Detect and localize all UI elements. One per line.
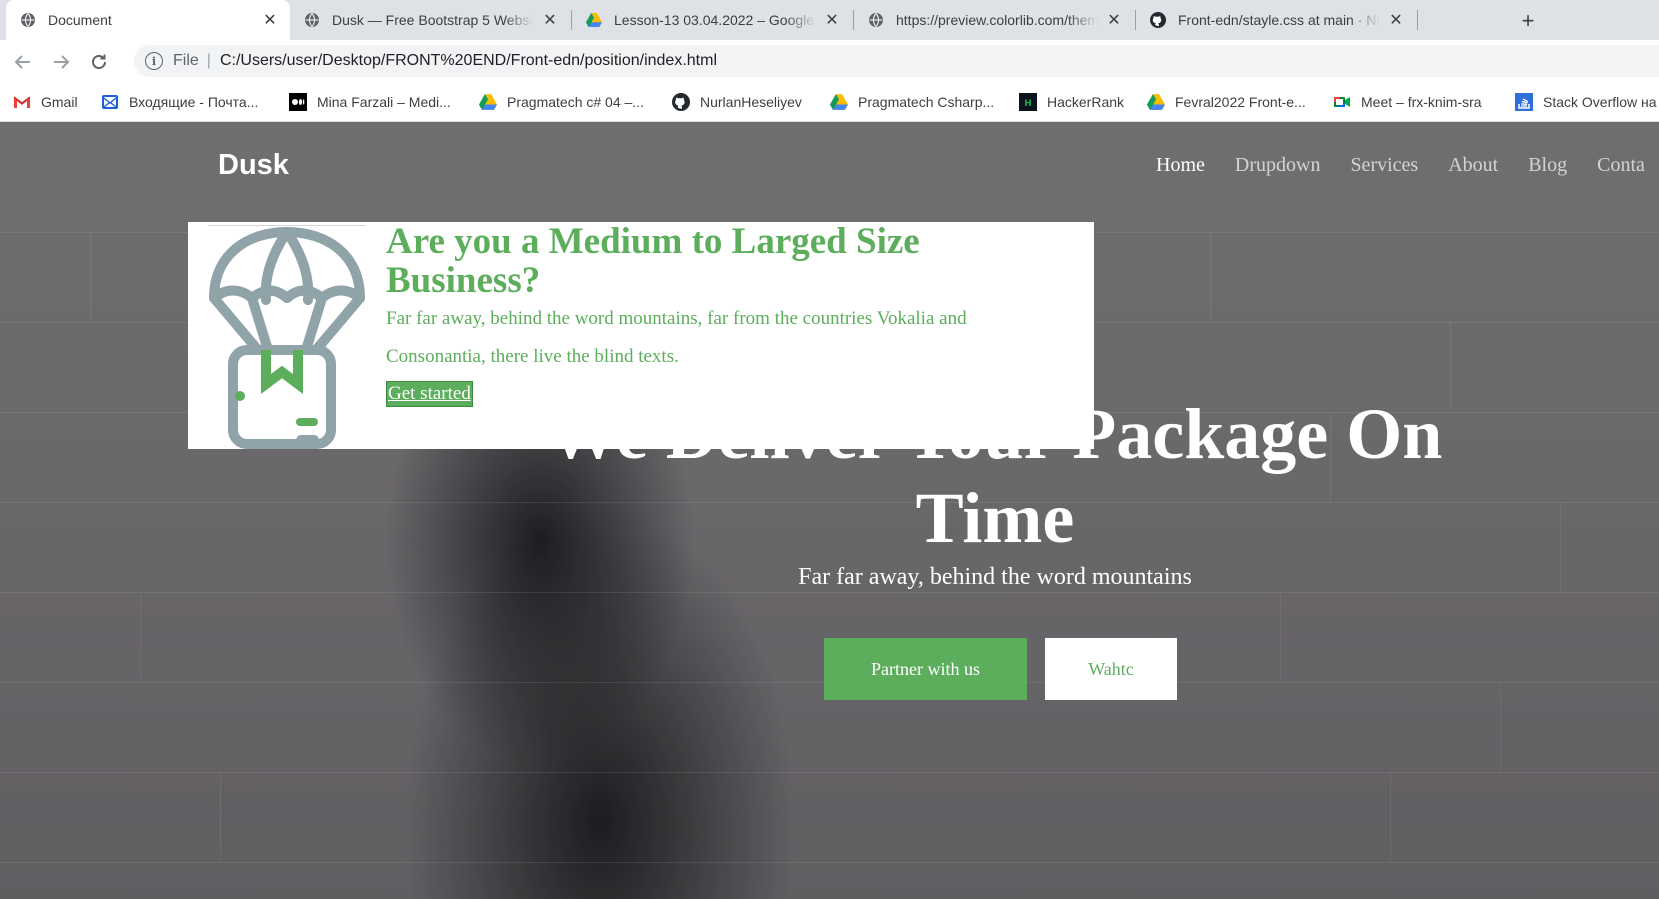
nav-blog[interactable]: Blog (1528, 154, 1567, 177)
bookmark-gmail[interactable]: Gmail (13, 82, 78, 122)
partner-button[interactable]: Partner with us (824, 638, 1027, 700)
bookmark-label: Meet – frx-knim-sra (1361, 94, 1482, 110)
nav-home[interactable]: Home (1156, 154, 1205, 177)
nav-contact[interactable]: Conta (1597, 154, 1645, 177)
browser-toolbar: i File | C:/Users/user/Desktop/FRONT%20E… (0, 40, 1659, 82)
parachute-box-icon (209, 227, 365, 449)
bookmark-label: Pragmatech Csharp... (858, 94, 995, 110)
close-icon[interactable]: ✕ (540, 10, 560, 30)
url-scheme: File (173, 52, 199, 69)
nav-dropdown[interactable]: Drupdown (1235, 154, 1321, 177)
info-icon[interactable]: i (145, 52, 163, 70)
close-icon[interactable]: ✕ (1104, 10, 1124, 30)
tab-lesson[interactable]: Lesson-13 03.04.2022 – Google Drive ✕ (572, 0, 852, 40)
gmail-icon (13, 93, 31, 111)
bookmark-meet[interactable]: Meet – frx-knim-sra (1333, 82, 1482, 122)
outlook-mail-icon (101, 93, 119, 111)
bookmarks-bar: Gmail Входящие - Почта... Mina Farzali –… (0, 82, 1659, 122)
google-meet-icon (1333, 93, 1351, 111)
tab-colorlib[interactable]: https://preview.colorlib.com/theme ✕ (854, 0, 1134, 40)
back-arrow-icon[interactable] (10, 49, 36, 75)
google-drive-icon (479, 93, 497, 111)
medium-icon (289, 93, 307, 111)
tab-title: Dusk — Free Bootstrap 5 Website (332, 12, 534, 28)
promo-card: Are you a Medium to Larged Size Business… (188, 222, 1094, 449)
bookmark-github[interactable]: NurlanHeseliyev (672, 82, 802, 122)
site-logo[interactable]: Dusk (218, 149, 289, 182)
bookmark-label: Mina Farzali – Medi... (317, 94, 451, 110)
hero-subtitle: Far far away, behind the word mountains (798, 564, 1192, 590)
reload-icon[interactable] (86, 49, 112, 75)
tab-dusk[interactable]: Dusk — Free Bootstrap 5 Website ✕ (290, 0, 570, 40)
bookmark-hackerrank[interactable]: H HackerRank (1019, 82, 1124, 122)
bookmark-label: Входящие - Почта... (129, 94, 259, 110)
nav-services[interactable]: Services (1350, 154, 1418, 177)
tab-github[interactable]: Front-edn/stayle.css at main · NurlanHes… (1136, 0, 1416, 40)
globe-icon (868, 12, 884, 28)
tab-title: https://preview.colorlib.com/theme (896, 12, 1098, 28)
close-icon[interactable]: ✕ (260, 10, 280, 30)
address-bar[interactable]: i File | C:/Users/user/Desktop/FRONT%20E… (134, 45, 1659, 77)
stackoverflow-icon (1515, 93, 1533, 111)
tab-title: Lesson-13 03.04.2022 – Google Drive (614, 12, 816, 28)
bookmark-fevral2022[interactable]: Fevral2022 Front-e... (1147, 82, 1306, 122)
tab-title: Document (48, 12, 112, 28)
bookmark-label: Pragmatech c# 04 –... (507, 94, 644, 110)
hackerrank-icon: H (1019, 93, 1037, 111)
url-divider: | (206, 52, 211, 69)
tab-title: Front-edn/stayle.css at main · NurlanHes… (1178, 12, 1380, 28)
bookmark-medium[interactable]: Mina Farzali – Medi... (289, 82, 451, 122)
globe-icon (20, 12, 36, 28)
github-icon (672, 93, 690, 111)
site-navigation: Home Drupdown Services About Blog Conta (1156, 154, 1659, 177)
bookmark-label: Stack Overflow на (1543, 94, 1657, 110)
google-drive-icon (586, 12, 602, 28)
google-drive-icon (1147, 93, 1165, 111)
get-started-link[interactable]: Get started (386, 381, 473, 407)
bookmark-label: NurlanHeseliyev (700, 94, 802, 110)
bookmark-label: Gmail (41, 94, 78, 110)
url-text: C:/Users/user/Desktop/FRONT%20END/Front-… (219, 52, 717, 69)
github-icon (1150, 12, 1166, 28)
google-drive-icon (830, 93, 848, 111)
forward-arrow-icon[interactable] (48, 49, 74, 75)
close-icon[interactable]: ✕ (1386, 10, 1406, 30)
promo-title: Are you a Medium to Larged Size Business… (386, 221, 920, 301)
close-icon[interactable]: ✕ (822, 10, 842, 30)
globe-icon (304, 12, 320, 28)
tab-document[interactable]: Document ✕ (6, 0, 290, 40)
bookmark-stackoverflow[interactable]: Stack Overflow на (1515, 82, 1657, 122)
new-tab-button[interactable]: + (1515, 8, 1541, 34)
bookmark-label: Fevral2022 Front-e... (1175, 94, 1306, 110)
promo-text: Far far away, behind the word mountains,… (386, 308, 967, 367)
bookmark-mail[interactable]: Входящие - Почта... (101, 82, 258, 122)
watch-button[interactable]: Wahtc (1045, 638, 1177, 700)
bookmark-pragmatech-c[interactable]: Pragmatech c# 04 –... (479, 82, 644, 122)
tab-strip: Document ✕ Dusk — Free Bootstrap 5 Websi… (0, 0, 1659, 40)
svg-text:H: H (1024, 99, 1032, 109)
bookmark-label: HackerRank (1047, 94, 1125, 110)
tab-separator (1417, 10, 1418, 30)
nav-about[interactable]: About (1448, 154, 1498, 177)
bookmark-pragmatech-csharp[interactable]: Pragmatech Csharp... (830, 82, 994, 122)
page-viewport: Dusk Home Drupdown Services About Blog C… (0, 122, 1659, 899)
